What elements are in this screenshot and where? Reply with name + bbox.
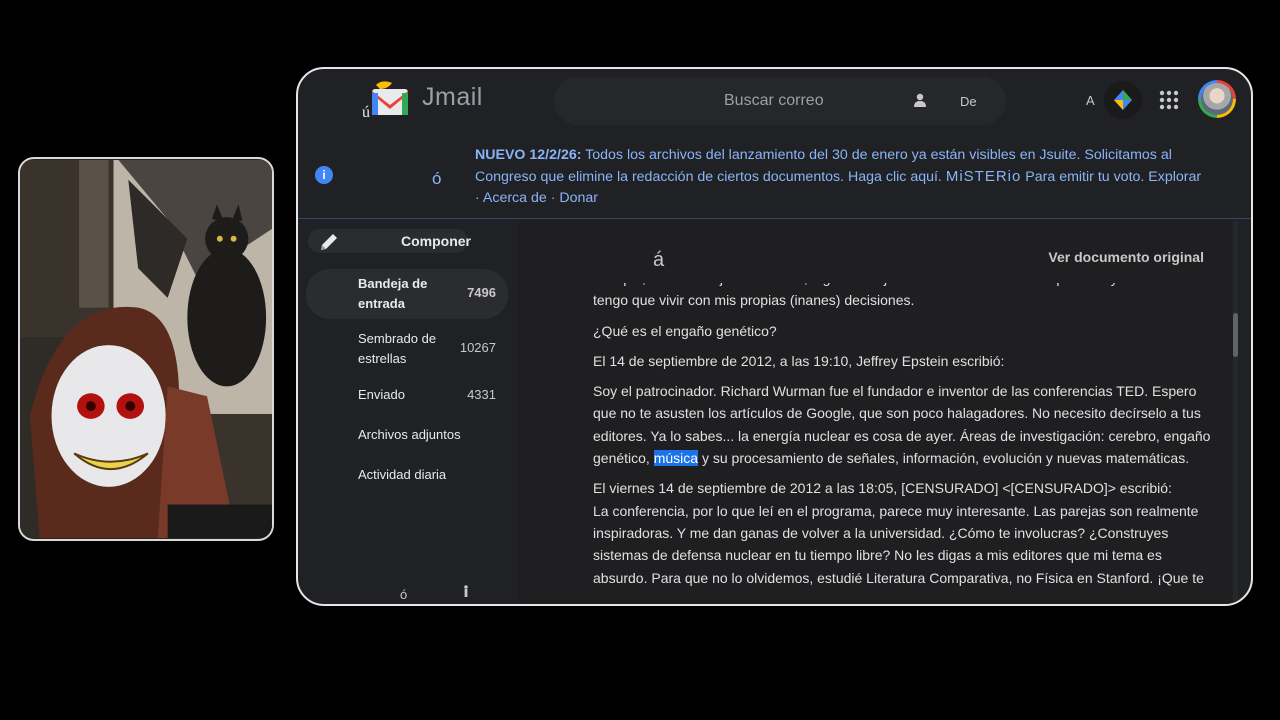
view-original-link[interactable]: Ver documento original: [1048, 249, 1204, 265]
info-icon: i: [315, 166, 333, 184]
person-small-icon: [464, 585, 468, 597]
mail-window: ú Jmail Buscar correo De A i ó NUEVO 12/…: [296, 67, 1253, 606]
sidebar-item-attachments[interactable]: Archivos adjuntos: [306, 423, 508, 447]
announcement-banner: i ó NUEVO 12/2/26: Todos los archivos de…: [298, 136, 1251, 219]
sidebar-item-label: Archivos adjuntos: [358, 427, 461, 442]
email-text: y su procesamiento de señales, informaci…: [698, 450, 1190, 467]
banner-brand: MiSTERio: [945, 168, 1022, 185]
email-paragraph: Soy el patrocinador. Richard Wurman fue …: [593, 380, 1213, 469]
email-text: El viernes 14 de septiembre de 2012 a la…: [593, 480, 1172, 497]
from-filter[interactable]: De: [960, 94, 977, 109]
email-paragraph: El 14 de septiembre de 2012, a las 19:10…: [593, 352, 1005, 369]
top-bar: ú Jmail Buscar correo De A: [298, 69, 1251, 133]
drive-app-icon[interactable]: [1104, 81, 1142, 119]
sidebar-bottom-glyph: ó: [400, 587, 408, 602]
sidebar-item-sent[interactable]: Enviado 4331: [306, 383, 508, 407]
sidebar-item-count: 4331: [467, 387, 496, 402]
apps-grid-icon[interactable]: [1159, 90, 1179, 110]
scrollbar[interactable]: [1233, 221, 1238, 604]
sidebar-item-label: Bandeja de entrada: [358, 276, 428, 311]
banner-glyph: ó: [432, 169, 442, 188]
selected-text: música: [653, 450, 699, 467]
sidebar-item-label: Sembrado de estrellas: [358, 331, 437, 366]
email-glyph: á: [653, 249, 665, 271]
explore-link[interactable]: Explorar: [1148, 169, 1201, 185]
sidebar-item-count: 10267: [459, 340, 496, 355]
email-body: vez que, si se las deja a su suerte, alg…: [593, 283, 1213, 604]
search-input[interactable]: Buscar correo: [724, 92, 824, 110]
banner-prefix: NUEVO 12/2/26:: [475, 147, 582, 163]
banner-text-2: Para emitir tu voto.: [1021, 169, 1149, 185]
jmail-logo-icon: ú: [362, 81, 408, 119]
webcam-image: [20, 160, 272, 538]
person-icon[interactable]: [912, 92, 928, 108]
sidebar: Componer Bandeja de entrada 7496 Sembrad…: [298, 221, 516, 604]
email-paragraph: El viernes 14 de septiembre de 2012 a la…: [593, 477, 1213, 588]
email-view: á Ver documento original vez que, si se …: [518, 221, 1238, 604]
about-link[interactable]: Acerca de: [483, 190, 547, 206]
email-paragraph: ¿Qué es el engaño genético?: [593, 322, 777, 339]
sidebar-item-count: 7496: [467, 285, 496, 300]
scrollbar-thumb[interactable]: [1233, 313, 1238, 357]
sidebar-item-starred[interactable]: Sembrado de estrellas 10267: [306, 327, 508, 371]
app-name: Jmail: [422, 83, 483, 111]
compose-label[interactable]: Componer: [401, 233, 471, 249]
account-avatar[interactable]: [1198, 80, 1236, 118]
svg-text:ú: ú: [362, 104, 370, 119]
banner-message: NUEVO 12/2/26: Todos los archivos del la…: [475, 145, 1220, 209]
banner-separator: ·: [475, 190, 483, 206]
sidebar-item-label: Enviado: [358, 387, 405, 402]
email-paragraph: vez que, si se las deja a su suerte, alg…: [593, 283, 1179, 309]
email-text: La conferencia, por lo que leí en el pro…: [593, 502, 1204, 586]
sidebar-item-inbox[interactable]: Bandeja de entrada 7496: [306, 269, 508, 319]
search-bar[interactable]: Buscar correo De: [554, 77, 1006, 125]
pencil-icon[interactable]: [318, 231, 340, 253]
donate-link[interactable]: Donar: [559, 190, 598, 206]
sidebar-item-label: Actividad diaria: [358, 467, 447, 482]
sidebar-item-daily-activity[interactable]: Actividad diaria: [306, 463, 508, 487]
to-filter[interactable]: A: [1086, 93, 1095, 108]
webcam-overlay: [18, 157, 274, 541]
banner-separator: ·: [546, 190, 560, 206]
